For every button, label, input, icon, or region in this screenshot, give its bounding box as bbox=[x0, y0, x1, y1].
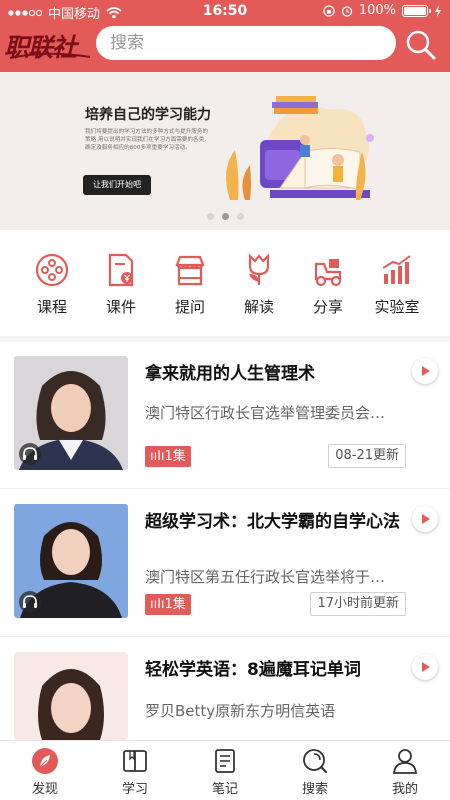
pagination-dot[interactable] bbox=[206, 213, 214, 220]
tab-learn[interactable]: 学习 bbox=[95, 747, 175, 797]
tab-profile[interactable]: 我的 bbox=[365, 747, 445, 797]
tulip-icon bbox=[248, 253, 270, 285]
category-share[interactable]: 分享 bbox=[293, 252, 363, 322]
notepad-icon bbox=[215, 749, 235, 773]
course-subtitle: 罗贝Betty原新东方明信英语 bbox=[145, 702, 336, 720]
book-icon bbox=[123, 750, 147, 772]
category-row: 课程 课件 提问 解读 分享 实验室 bbox=[0, 252, 450, 322]
category-label: 分享 bbox=[312, 298, 343, 316]
search-input[interactable]: 搜索 bbox=[96, 26, 396, 60]
lock-rotation-icon bbox=[323, 4, 335, 17]
headphones-icon bbox=[19, 591, 41, 613]
course-thumbnail bbox=[14, 504, 128, 618]
course-thumbnail bbox=[14, 356, 128, 470]
alarm-icon bbox=[341, 5, 352, 17]
category-label: 课件 bbox=[105, 298, 136, 316]
tab-discover[interactable]: 发现 bbox=[5, 747, 85, 797]
person-icon bbox=[393, 749, 417, 774]
play-button[interactable] bbox=[412, 506, 438, 532]
top-bar: 中国移动 16:50 100% 职联社 搜索 bbox=[0, 0, 450, 72]
bottom-tab-bar: 发现 学习 笔记 搜索 我的 bbox=[0, 740, 450, 800]
headphones-icon bbox=[19, 443, 41, 465]
course-thumbnail bbox=[14, 652, 128, 740]
pagination-dot-active[interactable] bbox=[221, 213, 229, 220]
banner-title: 培养自己的学习能力 bbox=[85, 107, 211, 123]
update-badge: 17小时前更新 bbox=[310, 592, 406, 616]
app-logo[interactable]: 职联社 bbox=[4, 28, 94, 64]
feather-icon bbox=[32, 748, 58, 774]
episode-badge: ıılı1集 bbox=[145, 594, 191, 615]
category-courses[interactable]: 课程 bbox=[17, 252, 87, 322]
search-icon bbox=[303, 749, 328, 774]
audio-wave-icon: ıılı bbox=[150, 597, 165, 612]
divider bbox=[0, 636, 450, 637]
course-title: 轻松学英语：8遍魔耳记单词 bbox=[145, 660, 361, 680]
update-badge: 08-21更新 bbox=[328, 444, 406, 468]
divider bbox=[0, 488, 450, 489]
battery-percent: 100% bbox=[358, 3, 396, 18]
tab-label: 学习 bbox=[121, 782, 148, 797]
pagination-dot[interactable] bbox=[236, 213, 244, 220]
course-title: 超级学习术：北大学霸的自学心法 bbox=[145, 512, 400, 532]
document-yen-icon bbox=[108, 253, 134, 287]
banner-pagination bbox=[0, 213, 450, 220]
tractor-icon bbox=[314, 259, 342, 287]
battery-icon bbox=[402, 4, 431, 17]
promo-banner[interactable]: 培养自己的学习能力 我们将要提出的学习方法的多种方式与提升服务的策略,用以说明并… bbox=[0, 72, 450, 230]
course-card[interactable]: 拿来就用的人生管理术 澳门特区行政长官选举管理委员会… ıılı1集 08-21… bbox=[0, 356, 450, 504]
logo-swoosh bbox=[9, 52, 91, 59]
search-icon bbox=[406, 30, 436, 60]
bar-chart-icon bbox=[382, 255, 411, 284]
tab-label: 笔记 bbox=[211, 782, 238, 797]
category-label: 提问 bbox=[174, 298, 205, 316]
category-label: 课程 bbox=[36, 298, 67, 316]
search-button[interactable] bbox=[404, 28, 438, 62]
category-label: 解读 bbox=[243, 298, 274, 316]
category-questions[interactable]: 提问 bbox=[155, 252, 225, 322]
course-subtitle: 澳门特区行政长官选举管理委员会… bbox=[145, 404, 386, 422]
course-card[interactable]: 超级学习术：北大学霸的自学心法 澳门特区第五任行政长官选举将于… ıılı1集 … bbox=[0, 504, 450, 652]
category-interpretation[interactable]: 解读 bbox=[224, 252, 294, 322]
category-label: 实验室 bbox=[374, 298, 420, 316]
portrait-image bbox=[14, 652, 128, 740]
tab-label: 搜索 bbox=[301, 782, 328, 797]
course-subtitle: 澳门特区第五任行政长官选举将于… bbox=[145, 568, 386, 586]
play-button[interactable] bbox=[412, 654, 438, 680]
category-lab[interactable]: 实验室 bbox=[362, 252, 432, 322]
audio-wave-icon: ıılı bbox=[150, 449, 165, 464]
tab-label: 发现 bbox=[31, 782, 58, 797]
course-title: 拿来就用的人生管理术 bbox=[145, 364, 315, 384]
category-courseware[interactable]: 课件 bbox=[86, 252, 156, 322]
tab-search[interactable]: 搜索 bbox=[275, 747, 355, 797]
banner-description: 我们将要提出的学习方法的多种方式与提升服务的策略,用以说明并实现我们在学习方面需… bbox=[85, 129, 209, 151]
film-reel-icon bbox=[35, 253, 69, 287]
banner-illustration bbox=[226, 96, 374, 200]
status-bar: 中国移动 16:50 100% bbox=[0, 0, 450, 22]
charging-icon bbox=[435, 4, 441, 17]
divider bbox=[0, 336, 450, 342]
storefront-icon bbox=[175, 255, 205, 286]
play-button[interactable] bbox=[412, 358, 438, 384]
banner-cta-button[interactable]: 让我们开始吧 bbox=[83, 175, 151, 195]
tab-notes[interactable]: 笔记 bbox=[185, 747, 265, 797]
tab-label: 我的 bbox=[391, 782, 418, 797]
episode-badge: ıılı1集 bbox=[145, 446, 191, 467]
